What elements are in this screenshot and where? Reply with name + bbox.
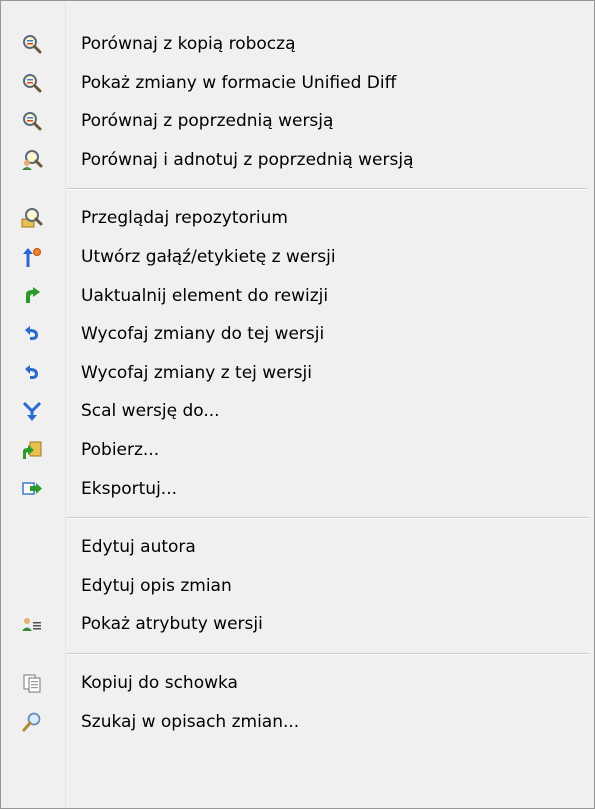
menu-item-utworz-galaz-etykiete-z-wersji[interactable]: Utwórz gałąź/etykietę z wersji [3,238,590,276]
context-menu: Porównaj z kopią roboczą Pokaż zmiany w f… [0,0,595,809]
magnifier-compare-icon [21,110,43,132]
menu-item-label: Pobierz... [81,440,160,460]
menu-item-label: Porównaj z kopią roboczą [81,34,296,54]
menu-item-label: Pokaż atrybuty wersji [81,614,263,634]
menu-item-porownaj-z-kopia-robocza[interactable]: Porównaj z kopią roboczą [3,25,590,63]
export-icon [21,478,43,500]
menu-item-wycofaj-zmiany-do-tej-wersji[interactable]: Wycofaj zmiany do tej wersji [3,315,590,353]
properties-icon [21,613,43,635]
menu-item-szukaj-w-opisach-zmian[interactable]: Szukaj w opisach zmian... [3,703,590,741]
menu-item-przegladaj-repozytorium[interactable]: Przeglądaj repozytorium [3,199,590,237]
menu-item-porownaj-z-poprzednia-wersja[interactable]: Porównaj z poprzednią wersją [3,102,590,140]
search-icon [21,711,43,733]
undo-arrow-icon [21,323,43,345]
menu-item-label: Utwórz gałąź/etykietę z wersji [81,247,336,267]
menu-item-pokaz-atrybuty-wersji[interactable]: Pokaż atrybuty wersji [3,605,590,643]
menu-item-edytuj-opis-zmian[interactable]: Edytuj opis zmian [3,567,590,605]
merge-icon [21,400,43,422]
menu-item-pokaz-zmiany-w-formacie-unified-diff[interactable]: Pokaż zmiany w formacie Unified Diff [3,64,590,102]
menu-item-kopiuj-do-schowka[interactable]: Kopiuj do schowka [3,664,590,702]
menu-separator [67,188,588,191]
menu-item-scal-wersje-do[interactable]: Scal wersję do... [3,392,590,430]
menu-item-label: Pokaż zmiany w formacie Unified Diff [81,73,397,93]
menu-item-label: Kopiuj do schowka [81,673,238,693]
clipboard-icon [21,672,43,694]
menu-item-label: Porównaj z poprzednią wersją [81,111,334,131]
menu-item-label: Scal wersję do... [81,401,220,421]
menu-item-label: Przeglądaj repozytorium [81,208,288,228]
menu-item-pobierz[interactable]: Pobierz... [3,431,590,469]
green-arrow-icon [21,285,43,307]
magnifier-person-icon [21,149,43,171]
menu-item-porownaj-i-adnotuj-z-poprzednia-wersja[interactable]: Porównaj i adnotuj z poprzednią wersją [3,141,590,179]
menu-item-label: Edytuj autora [81,537,196,557]
menu-item-wycofaj-zmiany-z-tej-wersji[interactable]: Wycofaj zmiany z tej wersji [3,354,590,392]
menu-separator [67,517,588,520]
menu-item-label: Porównaj i adnotuj z poprzednią wersją [81,150,414,170]
magnifier-folder-icon [21,207,43,229]
menu-item-label: Wycofaj zmiany z tej wersji [81,363,312,383]
menu-item-label: Szukaj w opisach zmian... [81,712,300,732]
checkout-icon [21,439,43,461]
menu-item-label: Uaktualnij element do rewizji [81,286,329,306]
menu-item-edytuj-autora[interactable]: Edytuj autora [3,528,590,566]
menu-item-uaktualnij-element-do-rewizji[interactable]: Uaktualnij element do rewizji [3,277,590,315]
menu-item-label: Edytuj opis zmian [81,576,232,596]
undo-arrow-icon [21,362,43,384]
menu-item-label: Eksportuj... [81,479,177,499]
magnifier-compare-icon [21,72,43,94]
magnifier-compare-icon [21,33,43,55]
menu-items: Porównaj z kopią roboczą Pokaż zmiany w f… [1,1,594,808]
menu-item-label: Wycofaj zmiany do tej wersji [81,324,325,344]
menu-item-eksportuj[interactable]: Eksportuj... [3,470,590,508]
branch-tag-icon [21,246,43,268]
menu-separator [67,653,588,655]
